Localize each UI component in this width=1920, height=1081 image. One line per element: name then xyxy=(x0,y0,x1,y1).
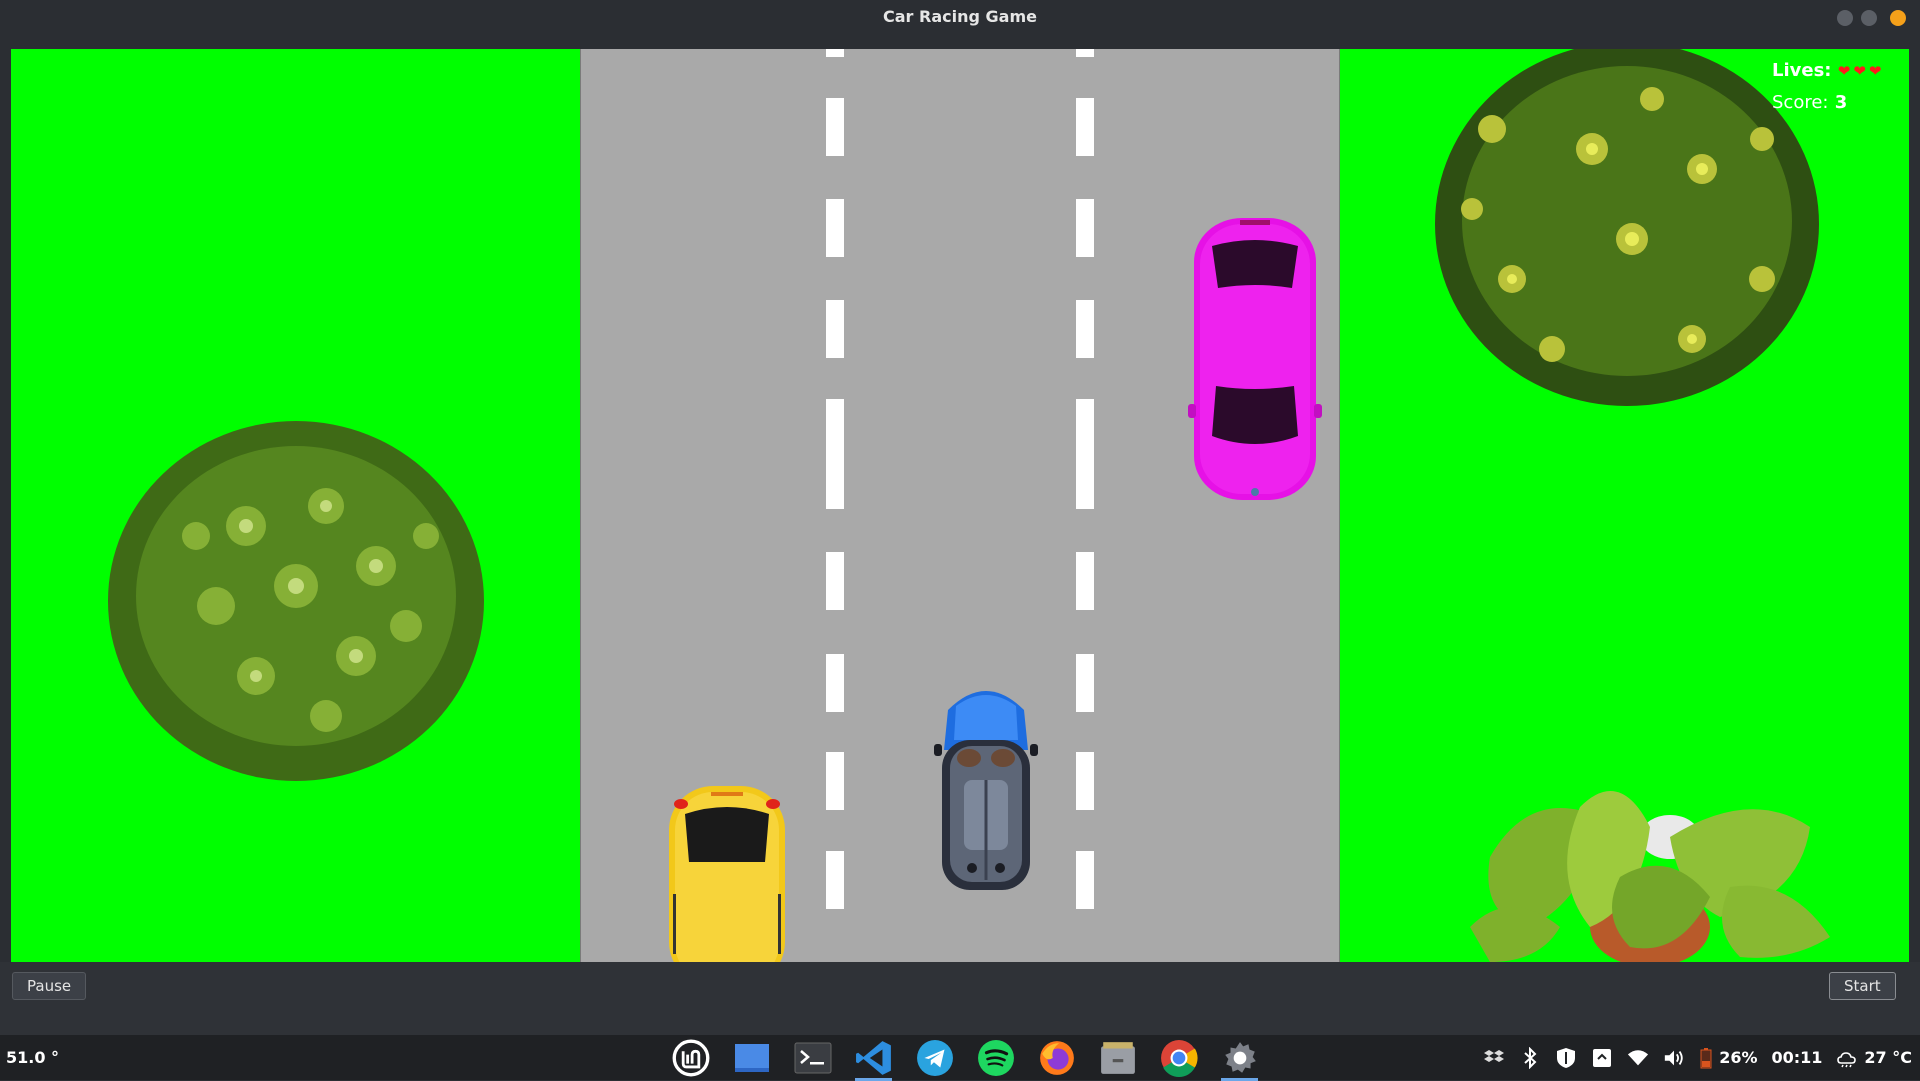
lane-marking-left xyxy=(826,49,844,962)
score-value: 3 xyxy=(1834,92,1848,113)
lane-marking-right xyxy=(1076,49,1094,962)
terminal-icon[interactable] xyxy=(782,1039,843,1077)
grass-left xyxy=(11,49,580,962)
spotify-icon[interactable] xyxy=(965,1039,1026,1077)
enemy-car-yellow xyxy=(669,786,785,962)
maximize-button[interactable] xyxy=(1861,10,1877,26)
plant-bottom-right xyxy=(1470,791,1830,962)
lives-row: Lives: ❤❤❤ xyxy=(1772,55,1885,87)
lives-hearts-icon: ❤❤❤ xyxy=(1837,62,1885,80)
lives-label: Lives: xyxy=(1772,60,1832,81)
mint-menu-icon[interactable] xyxy=(660,1039,721,1077)
minimize-button[interactable] xyxy=(1837,10,1853,26)
window-title: Car Racing Game xyxy=(883,7,1037,26)
vscode-icon[interactable] xyxy=(843,1039,904,1081)
grass-right xyxy=(1340,49,1909,962)
dropbox-icon[interactable] xyxy=(1483,1047,1505,1069)
taskbar: 51.0 ° 26% 00:11 27 °C xyxy=(0,1035,1920,1081)
settings-icon[interactable] xyxy=(1209,1039,1270,1081)
game-canvas[interactable]: Lives: ❤❤❤ Score: 3 xyxy=(11,49,1909,962)
show-desktop-icon[interactable] xyxy=(721,1039,782,1077)
weather-temp[interactable]: 27 °C xyxy=(1864,1048,1912,1067)
score-label: Score: xyxy=(1772,92,1829,113)
cpu-temp-readout: 51.0 ° xyxy=(6,1048,60,1067)
volume-icon[interactable] xyxy=(1663,1047,1685,1069)
pause-button[interactable]: Pause xyxy=(12,972,87,1000)
battery-icon[interactable] xyxy=(1699,1047,1713,1069)
firefox-icon[interactable] xyxy=(1026,1039,1087,1077)
weather-icon[interactable] xyxy=(1836,1047,1858,1069)
bluetooth-icon[interactable] xyxy=(1519,1046,1541,1069)
taskbar-apps xyxy=(660,1039,1270,1081)
close-button[interactable] xyxy=(1890,10,1906,26)
battery-percent[interactable]: 26% xyxy=(1719,1048,1757,1067)
player-car[interactable] xyxy=(934,680,1038,892)
window-titlebar: Car Racing Game xyxy=(0,0,1920,36)
clock[interactable]: 00:11 xyxy=(1771,1048,1822,1067)
wifi-icon[interactable] xyxy=(1627,1047,1649,1069)
start-button[interactable]: Start xyxy=(1829,972,1896,1000)
hud: Lives: ❤❤❤ Score: 3 xyxy=(1772,55,1885,119)
shield-icon[interactable] xyxy=(1555,1047,1577,1069)
system-tray: 26% 00:11 27 °C xyxy=(1483,1035,1912,1080)
control-bar: Pause Start xyxy=(0,962,1920,1035)
updates-icon[interactable] xyxy=(1591,1047,1613,1069)
bush-left xyxy=(108,421,484,781)
telegram-icon[interactable] xyxy=(904,1039,965,1077)
chrome-icon[interactable] xyxy=(1148,1039,1209,1077)
score-row: Score: 3 xyxy=(1772,87,1885,119)
road xyxy=(580,49,1340,962)
enemy-car-magenta xyxy=(1188,218,1322,500)
bush-top-right xyxy=(1435,49,1819,406)
files-icon[interactable] xyxy=(1087,1039,1148,1077)
